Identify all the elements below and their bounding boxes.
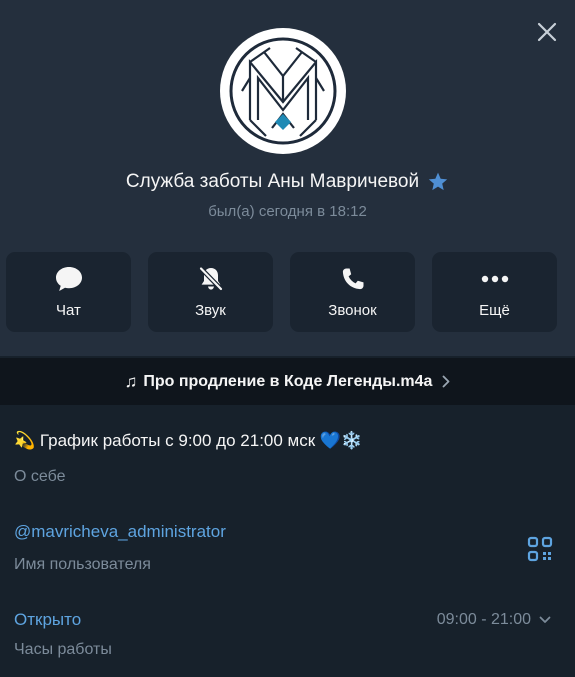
hours-caption: Часы работы	[14, 641, 112, 658]
hours-range: 09:00 - 21:00	[436, 611, 531, 628]
bio-text: 💫 График работы с 9:00 до 21:00 мск 💙❄️	[14, 431, 363, 450]
profile-title-row: Служба заботы Аны Мавричевой	[0, 167, 575, 197]
chat-bubble-icon	[55, 267, 82, 291]
close-icon	[537, 22, 557, 42]
username-link[interactable]: @mavricheva_administrator	[14, 522, 226, 542]
profile-header: Служба заботы Аны Мавричевой был(а) сего…	[0, 0, 575, 356]
last-seen-status: был(а) сегодня в 18:12	[208, 203, 367, 220]
bio-caption: О себе	[14, 468, 66, 485]
chevron-down-icon	[539, 616, 551, 623]
action-buttons: Чат Звук Звонок Ещё	[6, 252, 563, 332]
music-note-icon: ♫	[124, 371, 138, 391]
more-button[interactable]: Ещё	[432, 252, 557, 332]
more-dots-icon	[481, 275, 508, 283]
close-button[interactable]	[532, 17, 562, 47]
qr-code-button[interactable]	[526, 535, 554, 563]
phone-icon	[342, 268, 363, 290]
call-button-label: Звонок	[328, 302, 377, 319]
qr-code-icon	[527, 536, 553, 562]
star-icon	[428, 172, 448, 191]
logo-m-icon	[229, 37, 337, 145]
profile-name: Служба заботы Аны Мавричевой	[125, 171, 420, 192]
hours-dropdown[interactable]: 09:00 - 21:00	[437, 609, 551, 631]
open-status: Открыто	[14, 610, 82, 629]
chat-button-label: Чат	[56, 302, 81, 319]
username-caption: Имя пользователя	[14, 556, 151, 573]
audio-title: Про продление в Коде Легенды.m4a	[143, 372, 433, 390]
avatar[interactable]	[220, 28, 346, 154]
bell-muted-icon	[198, 266, 223, 292]
sound-button-label: Звук	[195, 302, 226, 319]
more-button-label: Ещё	[479, 302, 510, 319]
call-button[interactable]: Звонок	[290, 252, 415, 332]
chevron-right-icon	[442, 375, 450, 388]
chat-button[interactable]: Чат	[6, 252, 131, 332]
sound-button[interactable]: Звук	[148, 252, 273, 332]
pinned-audio-bar[interactable]: ♫ Про продление в Коде Легенды.m4a	[0, 358, 575, 405]
